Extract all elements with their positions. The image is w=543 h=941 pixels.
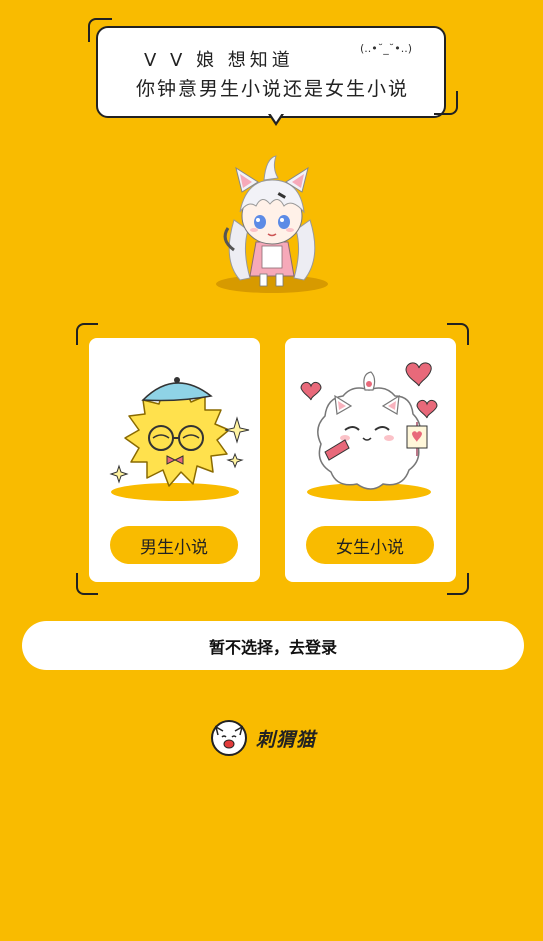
- yellow-hedgehog-illustration: [109, 377, 250, 501]
- speech-bubble: V V 娘 想知道 (..•˘_˘•..) 你钟意男生小说还是女生小说: [88, 18, 458, 133]
- female-novel-button[interactable]: 女生小说: [306, 526, 434, 564]
- white-cat-illustration: [300, 362, 438, 501]
- bubble-emoticon: (..•˘_˘•..): [360, 42, 413, 55]
- bubble-corner-decoration: [434, 91, 458, 115]
- female-novel-card[interactable]: 女生小说: [285, 338, 456, 582]
- bubble-line1: V V 娘 想知道: [144, 50, 294, 71]
- bubble-body: V V 娘 想知道 (..•˘_˘•..) 你钟意男生小说还是女生小说: [96, 26, 446, 118]
- mascot-girl-illustration: [216, 155, 328, 293]
- male-novel-card[interactable]: 男生小说: [89, 338, 260, 582]
- brand-logo-block: 刺猬猫: [210, 718, 316, 758]
- brand-name: 刺猬猫: [256, 728, 317, 751]
- bubble-line2: 你钟意男生小说还是女生小说: [136, 78, 410, 100]
- hedgehog-cat-logo-icon: [211, 720, 247, 756]
- skip-and-login-button[interactable]: 暂不选择，去登录: [22, 621, 524, 670]
- bubble-tail-inner: [270, 113, 282, 122]
- male-novel-button[interactable]: 男生小说: [110, 526, 238, 564]
